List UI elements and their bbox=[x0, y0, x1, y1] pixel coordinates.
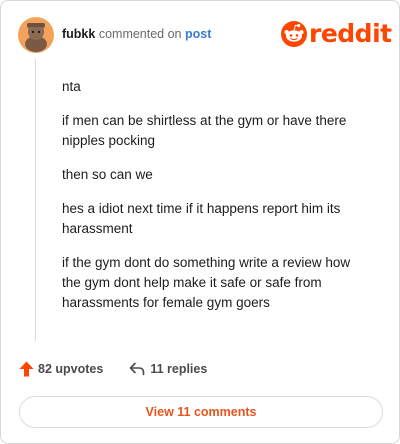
comment-card: fubkk commented on post reddit nta if me… bbox=[0, 0, 400, 444]
upvote-button[interactable]: 82 upvotes bbox=[19, 361, 103, 377]
thread-line bbox=[35, 59, 36, 341]
username-link[interactable]: fubkk bbox=[62, 27, 95, 41]
post-link[interactable]: post bbox=[185, 27, 211, 41]
user-avatar[interactable] bbox=[18, 17, 54, 53]
reddit-logo[interactable]: reddit bbox=[281, 21, 392, 47]
comment-actions: 82 upvotes 11 replies bbox=[19, 361, 207, 377]
replies-button[interactable]: 11 replies bbox=[129, 362, 207, 376]
avatar-image bbox=[18, 17, 54, 53]
comment-paragraph: hes a idiot next time if it happens repo… bbox=[62, 201, 341, 236]
comment-paragraph: if the gym dont do something write a rev… bbox=[62, 255, 351, 310]
comment-paragraph: if men can be shirtless at the gym or ha… bbox=[62, 113, 347, 148]
reply-count: 11 replies bbox=[150, 362, 208, 376]
comment-body: nta if men can be shirtless at the gym o… bbox=[62, 77, 372, 327]
commented-on-text: commented on bbox=[98, 27, 182, 41]
upvote-arrow-icon bbox=[19, 361, 34, 377]
reddit-wordmark: reddit bbox=[309, 19, 392, 48]
upvote-count: 82 upvotes bbox=[38, 362, 104, 376]
comment-paragraph: then so can we bbox=[62, 167, 153, 182]
reply-arrow-icon bbox=[130, 362, 145, 376]
reddit-alien-icon bbox=[281, 21, 307, 47]
view-comments-button[interactable]: View 11 comments bbox=[19, 396, 383, 428]
comment-paragraph: nta bbox=[62, 79, 81, 94]
view-comments-label: View 11 comments bbox=[145, 405, 257, 419]
comment-header: fubkk commented on post bbox=[62, 25, 211, 43]
